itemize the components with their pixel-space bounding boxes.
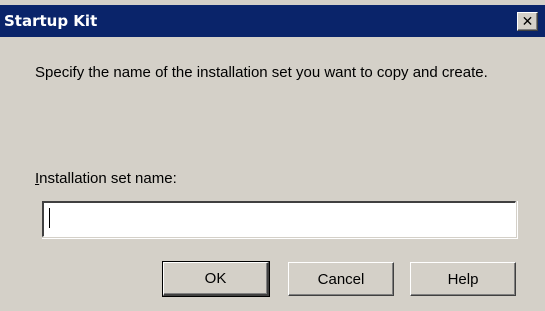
installation-set-name-input[interactable] [42, 201, 516, 237]
help-button[interactable]: Help [410, 262, 516, 296]
title-bar[interactable]: Startup Kit ✕ [0, 5, 545, 37]
cancel-button[interactable]: Cancel [288, 262, 394, 296]
close-icon: ✕ [521, 13, 534, 30]
text-caret [49, 208, 50, 228]
ok-button[interactable]: OK [162, 261, 270, 297]
startup-kit-dialog: Startup Kit ✕ Specify the name of the in… [0, 0, 545, 311]
close-button[interactable]: ✕ [517, 12, 538, 31]
instruction-text: Specify the name of the installation set… [35, 64, 488, 81]
installation-set-name-label: Installation set name: [35, 170, 177, 187]
label-text: nstallation set name: [39, 170, 177, 187]
window-title: Startup Kit [4, 12, 98, 30]
